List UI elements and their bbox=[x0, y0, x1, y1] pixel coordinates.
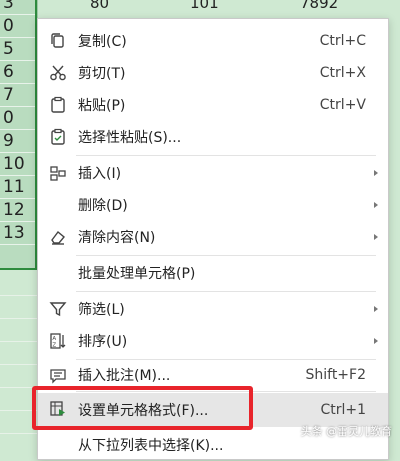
menu-item-paste-special[interactable]: 选择性粘贴(S)... bbox=[38, 121, 388, 153]
menu-item-label: 复制(C) bbox=[78, 34, 127, 50]
menu-item-label: 排序(U) bbox=[78, 334, 128, 350]
menu-item-cut[interactable]: 剪切(T) Ctrl+X bbox=[38, 57, 388, 89]
menu-item-label: 粘贴(P) bbox=[78, 98, 126, 114]
highlight-annotation-box bbox=[32, 386, 253, 430]
eraser-icon bbox=[48, 227, 68, 247]
menu-separator bbox=[76, 155, 376, 156]
top-cell-value: 80 bbox=[90, 0, 110, 12]
paste-special-icon bbox=[48, 127, 68, 147]
submenu-arrow-icon bbox=[374, 338, 378, 344]
filter-icon bbox=[48, 299, 68, 319]
menu-item-label: 批量处理单元格(P) bbox=[78, 266, 196, 282]
menu-item-clear-contents[interactable]: 清除内容(N) bbox=[38, 221, 388, 253]
insert-icon bbox=[48, 163, 68, 183]
menu-separator bbox=[76, 255, 376, 256]
watermark-text: 头条 @雷灵儿教育 bbox=[300, 425, 393, 438]
menu-item-filter[interactable]: 筛选(L) bbox=[38, 293, 388, 325]
menu-separator bbox=[76, 291, 376, 292]
menu-item-batch-process[interactable]: 批量处理单元格(P) bbox=[38, 257, 388, 289]
top-cell-value: 101 bbox=[190, 0, 219, 12]
menu-item-label: 从下拉列表中选择(K)... bbox=[78, 438, 224, 454]
menu-item-shortcut: Ctrl+V bbox=[319, 97, 366, 113]
svg-text:Z: Z bbox=[52, 343, 56, 349]
sort-icon: AZ bbox=[48, 331, 68, 351]
menu-item-insert[interactable]: 插入(I) bbox=[38, 157, 388, 189]
menu-item-shortcut: Ctrl+C bbox=[319, 33, 366, 49]
menu-item-shortcut: Ctrl+1 bbox=[320, 402, 366, 418]
menu-item-label: 选择性粘贴(S)... bbox=[78, 130, 182, 146]
menu-item-copy[interactable]: 复制(C) Ctrl+C bbox=[38, 25, 388, 57]
menu-item-delete[interactable]: 删除(D) bbox=[38, 189, 388, 221]
menu-item-label: 插入批注(M)... bbox=[78, 368, 171, 384]
comment-icon bbox=[48, 365, 68, 385]
submenu-arrow-icon bbox=[374, 202, 378, 208]
selection-border bbox=[0, 0, 37, 270]
menu-item-paste[interactable]: 粘贴(P) Ctrl+V bbox=[38, 89, 388, 121]
menu-item-label: 筛选(L) bbox=[78, 302, 125, 318]
scissors-icon bbox=[48, 63, 68, 83]
menu-item-label: 插入(I) bbox=[78, 166, 122, 182]
menu-item-label: 删除(D) bbox=[78, 198, 128, 214]
submenu-arrow-icon bbox=[374, 234, 378, 240]
menu-item-shortcut: Shift+F2 bbox=[305, 367, 366, 383]
menu-item-shortcut: Ctrl+X bbox=[319, 65, 366, 81]
menu-item-label: 剪切(T) bbox=[78, 66, 126, 82]
svg-text:A: A bbox=[52, 336, 56, 342]
menu-item-label: 清除内容(N) bbox=[78, 230, 156, 246]
menu-item-sort[interactable]: AZ 排序(U) bbox=[38, 325, 388, 357]
submenu-arrow-icon bbox=[374, 306, 378, 312]
paste-icon bbox=[48, 95, 68, 115]
submenu-arrow-icon bbox=[374, 170, 378, 176]
copy-icon bbox=[48, 31, 68, 51]
top-cell-value: 7892 bbox=[300, 0, 339, 12]
